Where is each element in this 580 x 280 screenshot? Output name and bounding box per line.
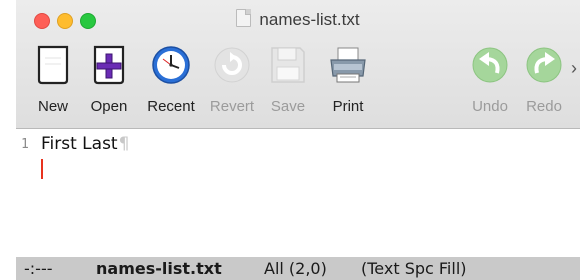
clock-icon: [152, 46, 190, 84]
recent-button[interactable]: Recent: [141, 44, 201, 115]
line-text[interactable]: First Last¶: [41, 134, 129, 154]
revert-button[interactable]: Revert: [202, 44, 262, 115]
modeline-modes: (Text Spc Fill): [361, 259, 467, 278]
text-cursor: [41, 159, 43, 179]
redo-arrow-icon: [526, 47, 562, 83]
new-button[interactable]: New: [23, 44, 83, 115]
print-button[interactable]: Print: [318, 44, 378, 115]
pilcrow-mark: ¶: [118, 134, 130, 154]
revert-label: Revert: [209, 98, 255, 115]
print-label: Print: [332, 98, 364, 115]
toolbar-overflow-chevron-icon[interactable]: ›: [571, 58, 577, 79]
undo-button[interactable]: Undo: [460, 44, 520, 115]
line-content: First Last: [41, 134, 118, 154]
revert-icon: [214, 47, 250, 83]
undo-label: Undo: [472, 98, 508, 115]
modeline-flags: -:---: [24, 259, 53, 278]
title-bar-and-toolbar: names-list.txt New Open Recent Revert Sa…: [16, 0, 580, 129]
text-editor-area[interactable]: 1 First Last¶: [16, 129, 580, 257]
window-title-bar: names-list.txt: [16, 9, 580, 30]
redo-label: Redo: [526, 98, 562, 115]
save-label: Save: [270, 98, 306, 115]
new-file-icon: [37, 45, 69, 85]
document-icon[interactable]: [236, 9, 252, 27]
open-label: Open: [90, 98, 128, 115]
printer-icon: [330, 47, 366, 83]
floppy-disk-icon: [271, 47, 305, 83]
line-number: 1: [21, 137, 29, 152]
redo-button[interactable]: Redo: [514, 44, 574, 115]
open-file-icon: [93, 45, 125, 85]
modeline-position: All (2,0): [264, 259, 327, 278]
recent-label: Recent: [147, 98, 195, 115]
open-button[interactable]: Open: [79, 44, 139, 115]
undo-arrow-icon: [472, 47, 508, 83]
editor-window: names-list.txt New Open Recent Revert Sa…: [16, 0, 580, 280]
save-button[interactable]: Save: [258, 44, 318, 115]
mode-line: -:--- names-list.txt All (2,0) (Text Spc…: [16, 257, 580, 280]
new-label: New: [37, 98, 68, 115]
modeline-filename: names-list.txt: [96, 259, 222, 278]
window-title: names-list.txt: [259, 10, 360, 29]
